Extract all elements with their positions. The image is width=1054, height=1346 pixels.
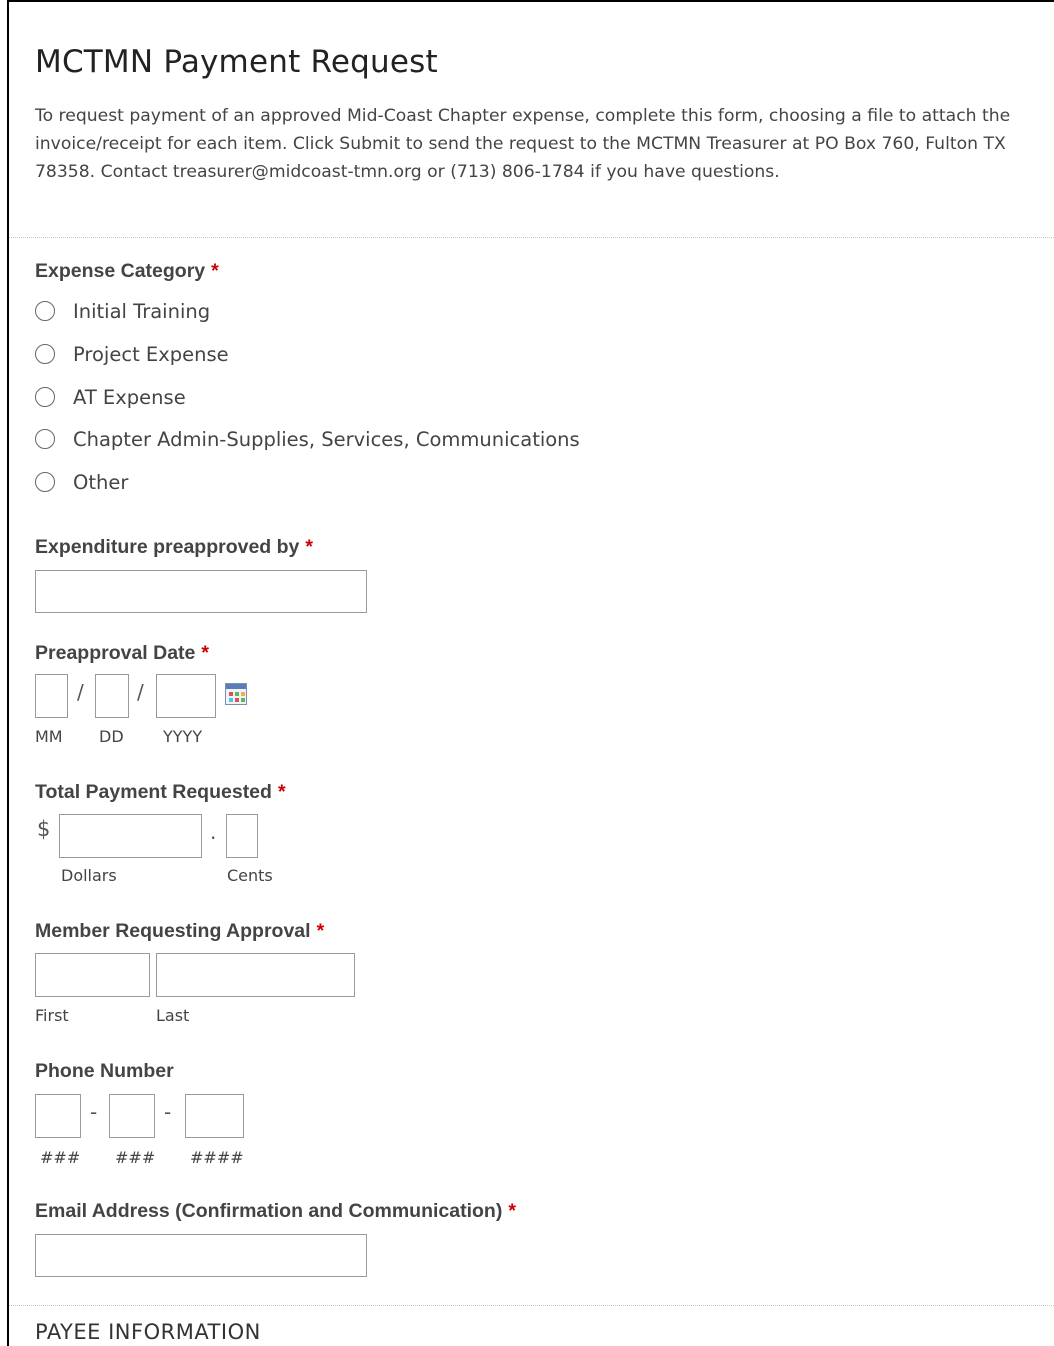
phone-area-sublabel: ### xyxy=(40,1148,81,1167)
phone-line-sublabel: #### xyxy=(190,1148,244,1167)
required-asterisk: * xyxy=(305,536,313,558)
calendar-icon[interactable] xyxy=(225,683,247,705)
dollars-input[interactable] xyxy=(59,814,202,858)
expense-category-label: Expense Category * xyxy=(35,260,219,282)
date-year-input[interactable] xyxy=(156,674,216,718)
required-asterisk: * xyxy=(316,920,325,942)
phone-line-input[interactable] xyxy=(185,1094,244,1138)
date-separator: / xyxy=(137,680,144,704)
radio-label: Project Expense xyxy=(73,342,229,366)
last-name-input[interactable] xyxy=(156,953,355,997)
phone-separator: - xyxy=(164,1100,172,1124)
last-name-sublabel: Last xyxy=(156,1006,190,1025)
form-description: To request payment of an approved Mid-Co… xyxy=(35,106,1011,182)
radio-button[interactable] xyxy=(35,301,55,321)
payee-section-heading: PAYEE INFORMATION xyxy=(35,1320,261,1344)
member-label: Member Requesting Approval * xyxy=(35,920,325,942)
phone-separator: - xyxy=(90,1100,98,1124)
preapproved-by-input[interactable] xyxy=(35,570,367,613)
radio-button[interactable] xyxy=(35,429,55,449)
radio-label: AT Expense xyxy=(73,385,186,409)
form-frame xyxy=(7,0,1054,1346)
required-asterisk: * xyxy=(508,1200,516,1222)
cents-sublabel: Cents xyxy=(227,866,273,885)
email-input[interactable] xyxy=(35,1234,367,1277)
cents-input[interactable] xyxy=(226,814,258,858)
radio-label: Other xyxy=(73,470,129,494)
phone-area-input[interactable] xyxy=(35,1094,81,1138)
dollars-sublabel: Dollars xyxy=(61,866,117,885)
preapproval-date-label: Preapproval Date * xyxy=(35,642,209,664)
total-payment-label: Total Payment Requested * xyxy=(35,781,286,803)
phone-prefix-input[interactable] xyxy=(109,1094,155,1138)
radio-label: Chapter Admin-Supplies, Services, Commun… xyxy=(73,427,580,451)
date-day-input[interactable] xyxy=(95,674,129,718)
section-divider xyxy=(9,1305,1054,1306)
email-label: Email Address (Confirmation and Communic… xyxy=(35,1200,516,1222)
radio-label: Initial Training xyxy=(73,299,211,323)
radio-option-project-expense[interactable]: Project Expense xyxy=(35,341,229,367)
radio-button[interactable] xyxy=(35,344,55,364)
date-month-sublabel: MM xyxy=(35,727,63,746)
required-asterisk: * xyxy=(201,642,209,664)
date-separator: / xyxy=(77,680,84,704)
preapproved-by-label: Expenditure preapproved by * xyxy=(35,536,313,558)
section-divider xyxy=(9,237,1054,238)
form-title: MCTMN Payment Request xyxy=(35,44,438,80)
radio-button[interactable] xyxy=(35,472,55,492)
decimal-point: . xyxy=(210,820,217,844)
radio-button[interactable] xyxy=(35,387,55,407)
first-name-sublabel: First xyxy=(35,1006,69,1025)
required-asterisk: * xyxy=(211,260,219,282)
radio-option-other[interactable]: Other xyxy=(35,469,128,495)
currency-symbol: $ xyxy=(37,817,51,841)
date-year-sublabel: YYYY xyxy=(163,727,203,746)
first-name-input[interactable] xyxy=(35,953,150,997)
date-day-sublabel: DD xyxy=(99,727,124,746)
radio-option-initial-training[interactable]: Initial Training xyxy=(35,298,210,324)
phone-label: Phone Number xyxy=(35,1060,174,1082)
radio-option-at-expense[interactable]: AT Expense xyxy=(35,384,186,410)
radio-option-chapter-admin[interactable]: Chapter Admin-Supplies, Services, Commun… xyxy=(35,426,580,452)
required-asterisk: * xyxy=(277,781,286,803)
date-month-input[interactable] xyxy=(35,674,68,718)
phone-prefix-sublabel: ### xyxy=(115,1148,156,1167)
